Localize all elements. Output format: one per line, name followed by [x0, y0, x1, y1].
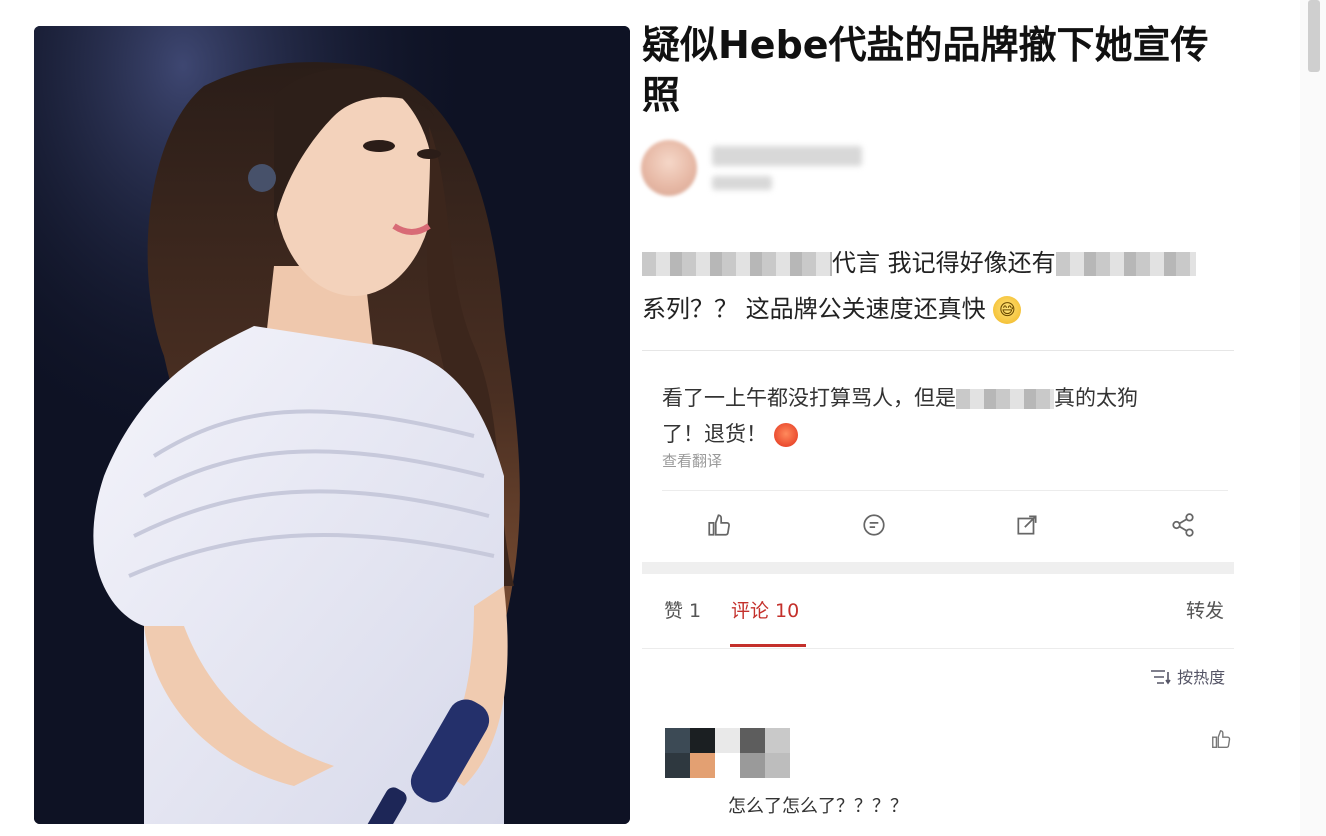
- quoted-comment-text: 看了一上午都没打算骂人，但是 真的太狗 了！退货！: [662, 380, 1222, 452]
- sort-label: 按热度: [1177, 668, 1226, 687]
- engagement-tabs: 赞 1 评论 10 转发: [642, 596, 1234, 646]
- comment-action[interactable]: [859, 510, 889, 540]
- reply-text: 怎么了怎么了？？？？: [728, 796, 908, 817]
- scrollbar-track[interactable]: [1300, 0, 1326, 836]
- divider: [642, 648, 1234, 649]
- mosaic-redaction: [642, 252, 832, 276]
- translate-link[interactable]: 查看翻译: [662, 450, 722, 471]
- poster-name-blurred[interactable]: [712, 146, 862, 166]
- thumbs-up-icon: [708, 514, 730, 536]
- post-line-1: 代言 我记得好像还有: [642, 240, 1242, 286]
- thumbs-up-icon: [1212, 730, 1231, 748]
- active-tab-indicator: [730, 644, 806, 647]
- repost-icon: [1017, 515, 1037, 535]
- poster-avatar-blurred[interactable]: [641, 140, 697, 196]
- share-action[interactable]: [1168, 510, 1198, 540]
- reply-avatar-mosaic[interactable]: [665, 728, 793, 778]
- reply-like-button[interactable]: [1210, 728, 1232, 754]
- sort-icon: [1151, 670, 1171, 685]
- tab-reposts[interactable]: 转发: [1186, 596, 1224, 623]
- post-line-2: 系列？？ 这品牌公关速度还真快 😅: [642, 286, 1242, 332]
- comment-line-1: 看了一上午都没打算骂人，但是 真的太狗: [662, 380, 1222, 416]
- singer-illustration: [34, 26, 630, 824]
- tab-comments[interactable]: 评论 10: [731, 596, 799, 623]
- article-title: 疑似Hebe代盐的品牌撤下她宣传照: [642, 23, 1209, 117]
- share-icon: [1172, 513, 1194, 537]
- mosaic-redaction: [1055, 252, 1196, 276]
- sort-control[interactable]: 按热度: [1150, 664, 1225, 688]
- comment-line-1-a: 看了一上午都没打算骂人，但是: [662, 386, 956, 410]
- post-meta-blurred: [712, 176, 772, 190]
- like-action[interactable]: [704, 510, 734, 540]
- concert-photo: [34, 26, 630, 824]
- comment-line-1-b: 真的太狗: [1054, 386, 1138, 410]
- comment-icon: [863, 514, 885, 536]
- repost-action[interactable]: [1012, 510, 1042, 540]
- grin-sweat-emoji-icon: 😅: [993, 296, 1022, 324]
- mosaic-redaction: [956, 389, 1054, 409]
- angry-emoji-icon: [773, 423, 798, 447]
- divider: [662, 490, 1228, 491]
- scrollbar-thumb[interactable]: [1308, 0, 1320, 72]
- comment-line-2-text: 了！退货！: [662, 422, 767, 446]
- comment-line-2: 了！退货！: [662, 416, 1222, 452]
- tab-likes[interactable]: 赞 1: [664, 596, 701, 623]
- post-line-2-text: 系列？？ 这品牌公关速度还真快: [642, 295, 986, 323]
- post-body: 代言 我记得好像还有 系列？？ 这品牌公关速度还真快 😅: [642, 240, 1242, 332]
- post-line-1-text: 代言 我记得好像还有: [832, 249, 1056, 277]
- section-separator: [642, 562, 1234, 574]
